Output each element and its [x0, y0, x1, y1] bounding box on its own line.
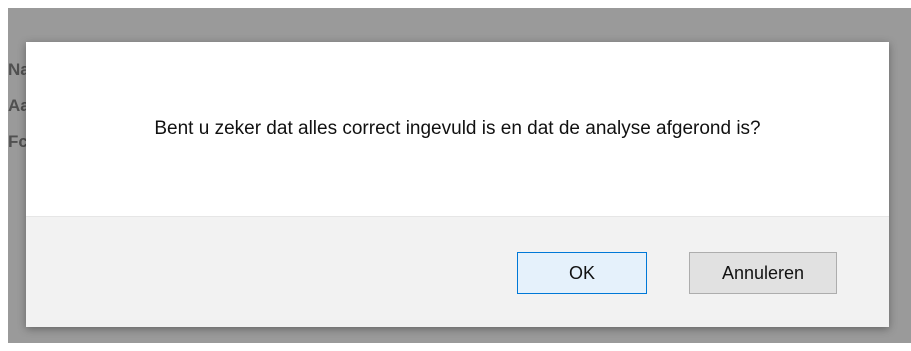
- dialog-footer: OK Annuleren: [26, 216, 889, 327]
- cancel-button[interactable]: Annuleren: [689, 252, 837, 294]
- confirm-dialog: Bent u zeker dat alles correct ingevuld …: [26, 42, 889, 327]
- background-text-fragment: Fc: [8, 132, 28, 151]
- dialog-message: Bent u zeker dat alles correct ingevuld …: [154, 118, 761, 139]
- ok-button[interactable]: OK: [517, 252, 647, 294]
